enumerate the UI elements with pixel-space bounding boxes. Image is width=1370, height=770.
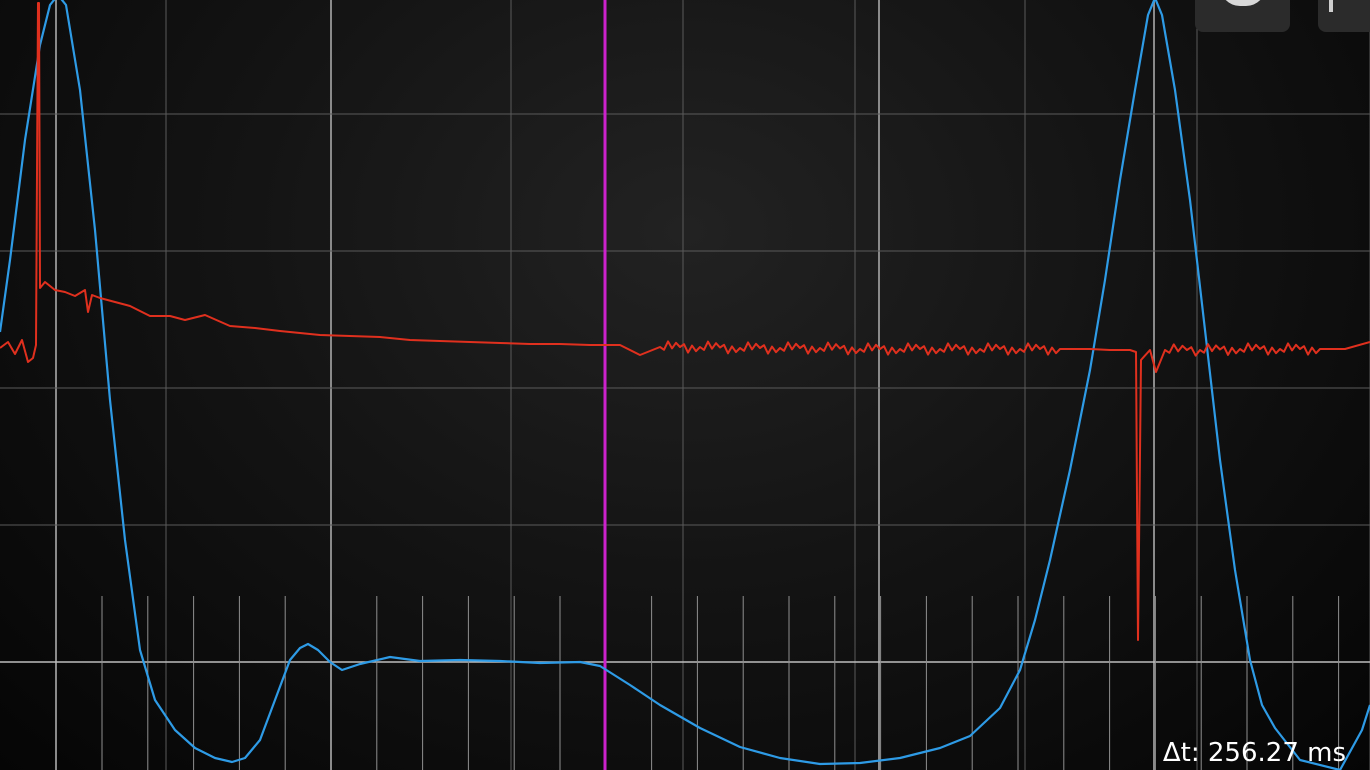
- waveform-plot: [0, 0, 1370, 770]
- oscilloscope-screen[interactable]: Δt: 256.27 ms: [0, 0, 1370, 770]
- delta-time-readout: Δt: 256.27 ms: [1162, 738, 1346, 768]
- knob-icon: [1220, 0, 1266, 6]
- toolbar-button-1[interactable]: [1195, 0, 1290, 32]
- toolbar-button-2[interactable]: [1318, 0, 1370, 32]
- grid: [0, 0, 1370, 770]
- channel-1-trace: [0, 2, 1370, 641]
- bar-icon: [1329, 0, 1333, 12]
- channel-2-trace: [0, 0, 1370, 770]
